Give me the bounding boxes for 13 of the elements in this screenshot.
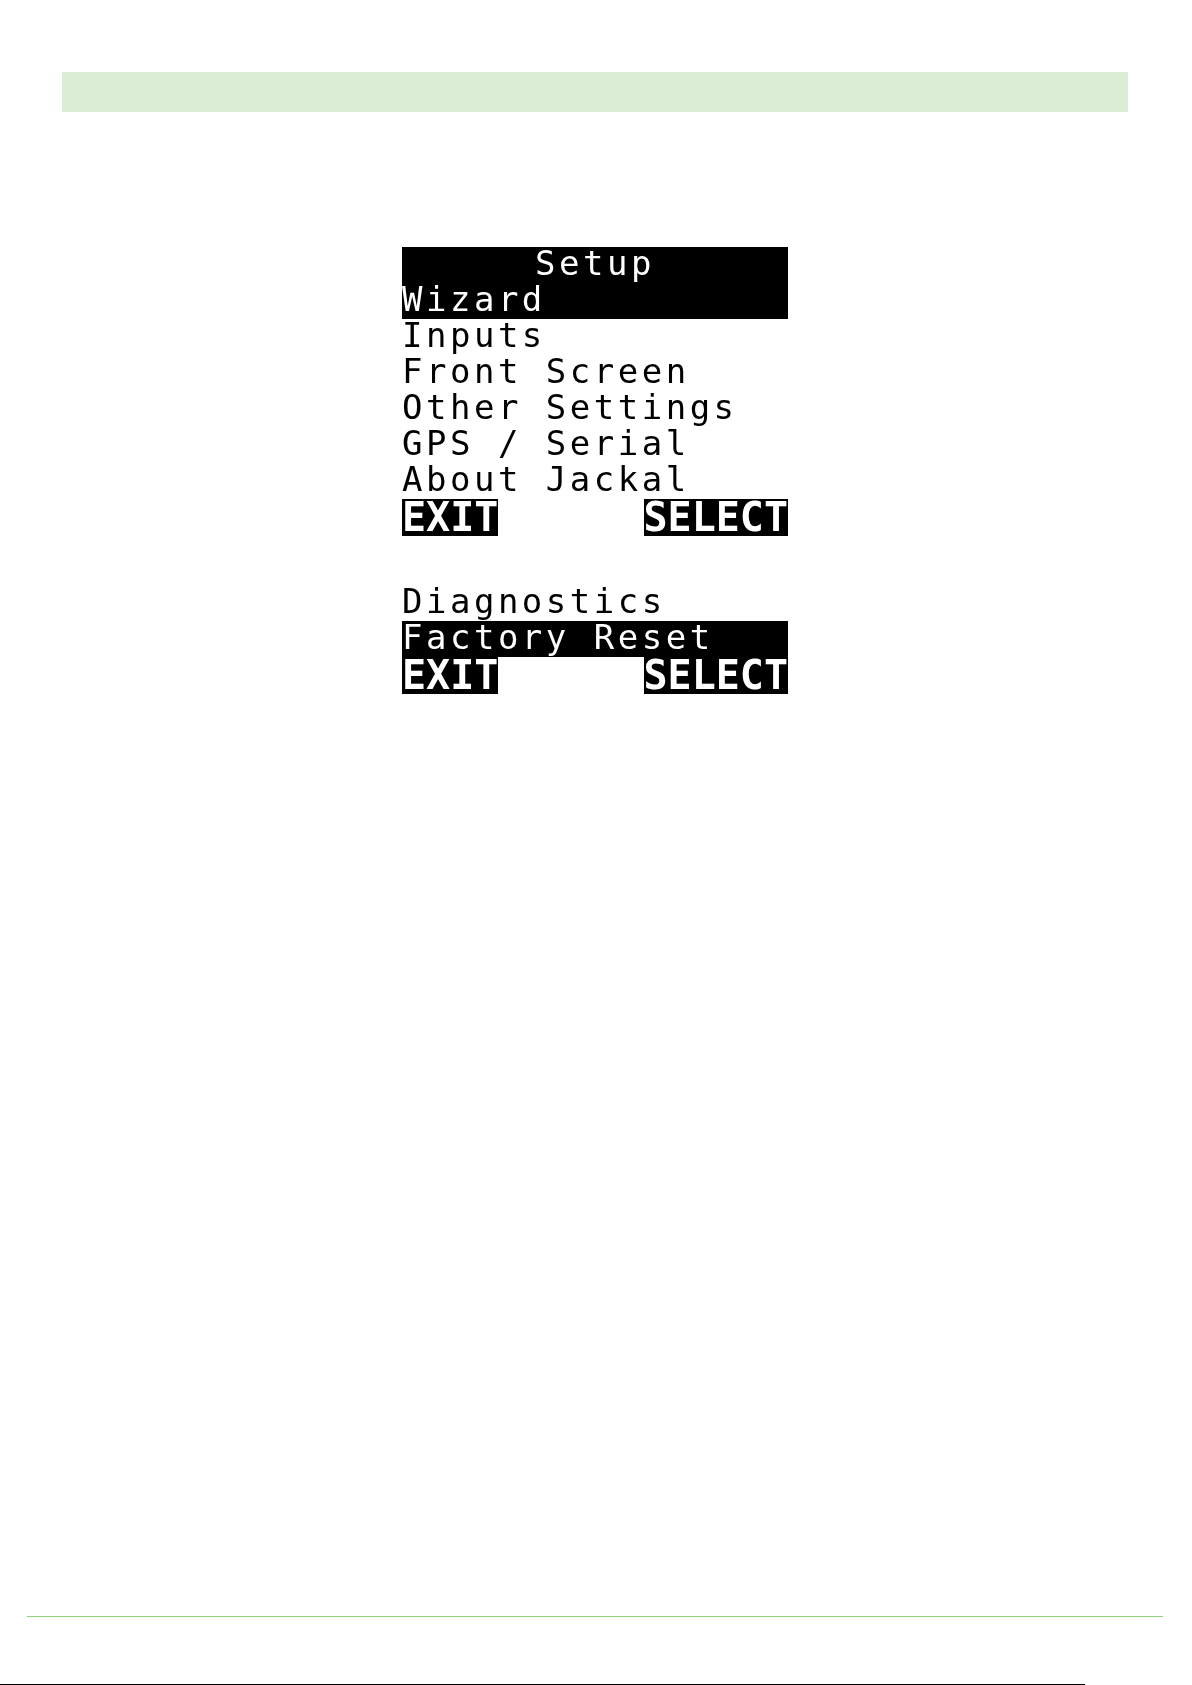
- menu-item[interactable]: Front Screen: [402, 355, 788, 391]
- menu-item[interactable]: Diagnostics: [402, 585, 788, 621]
- softkey-button[interactable]: EXIT: [402, 499, 499, 536]
- menu-item[interactable]: GPS / Serial: [402, 427, 788, 463]
- softkey-button[interactable]: SELECT: [643, 657, 788, 694]
- menu-item[interactable]: About Jackal: [402, 463, 788, 499]
- softkey-button[interactable]: SELECT: [643, 499, 788, 536]
- menu-item[interactable]: Factory Reset: [402, 621, 788, 657]
- menu-title: Setup: [402, 247, 788, 283]
- menu-item[interactable]: Wizard: [402, 283, 788, 319]
- menu-item[interactable]: Other Settings: [402, 391, 788, 427]
- menu-item[interactable]: Inputs: [402, 319, 788, 355]
- softkey-button[interactable]: EXIT: [402, 657, 499, 694]
